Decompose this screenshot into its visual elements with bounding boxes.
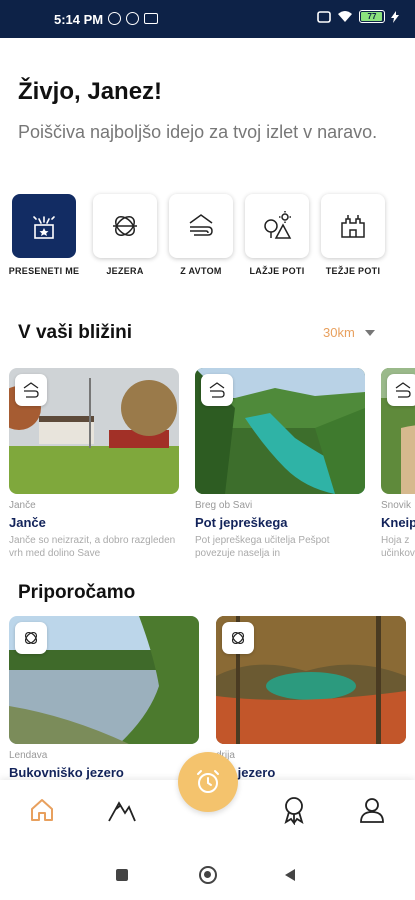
card-location: Janče	[9, 500, 36, 511]
card-category-badge	[15, 374, 47, 406]
notification-icon	[108, 12, 121, 25]
card-photo	[195, 368, 365, 494]
nav-profile[interactable]	[356, 794, 388, 826]
charging-icon	[391, 10, 399, 23]
recommended-card[interactable]: drija vje jezero	[216, 616, 406, 780]
category-surprise-me[interactable]: PRESENETI ME	[9, 194, 79, 276]
card-category-badge	[387, 374, 415, 406]
category-label: LAŽJE POTI	[249, 266, 305, 276]
status-bar: 5:14 PM 77	[0, 0, 415, 38]
back-button[interactable]	[285, 869, 295, 881]
mail-icon	[144, 13, 158, 24]
status-right: 77	[317, 10, 399, 23]
card-name: vje jezero	[216, 765, 276, 780]
card-category-badge	[201, 374, 233, 406]
category-row: PRESENETI ME JEZERA Z AVTOM LAŽJE POTI T…	[0, 194, 415, 284]
card-description: Hoja z učinkov	[381, 535, 415, 559]
range-value: 30km	[323, 325, 355, 340]
badge-icon	[284, 797, 304, 825]
category-tile[interactable]	[245, 194, 309, 258]
range-dropdown[interactable]: 30km	[323, 325, 375, 340]
card-photo	[381, 368, 415, 494]
nav-home[interactable]	[26, 794, 58, 826]
card-location: drija	[216, 750, 235, 761]
card-name: Bukovniško jezero	[9, 765, 124, 780]
recent-apps-button[interactable]	[116, 869, 128, 881]
category-harder-trails[interactable]: TEŽJE POTI	[321, 194, 385, 276]
hill-icon	[23, 382, 39, 398]
card-category-badge	[15, 622, 47, 654]
category-label: PRESENETI ME	[8, 266, 80, 276]
notification-icon	[126, 12, 139, 25]
category-tile[interactable]	[12, 194, 76, 258]
road-icon	[189, 214, 213, 236]
lake-icon	[113, 216, 137, 236]
notification-icons	[108, 12, 158, 25]
card-photo	[216, 616, 406, 744]
lake-icon	[231, 631, 245, 645]
home-button[interactable]	[199, 866, 217, 884]
card-location: Breg ob Savi	[195, 500, 253, 511]
category-tile[interactable]	[93, 194, 157, 258]
home-icon	[31, 799, 53, 821]
battery-icon: 77	[359, 10, 385, 23]
nav-trails[interactable]	[106, 794, 138, 826]
screen-icon	[317, 10, 331, 23]
card-photo	[9, 616, 199, 744]
chevron-down-icon	[364, 329, 375, 336]
card-name: Janče	[9, 515, 46, 530]
hill-icon	[209, 382, 225, 398]
system-navigation-bar	[0, 842, 415, 900]
card-category-badge	[222, 622, 254, 654]
profile-icon	[360, 798, 384, 823]
card-name: Pot jepreškega	[195, 515, 288, 530]
recommended-card[interactable]: Lendava Bukovniško jezero	[9, 616, 199, 780]
category-label: TEŽJE POTI	[325, 266, 381, 276]
category-label: JEZERA	[106, 266, 144, 276]
card-location: Lendava	[9, 750, 48, 761]
recommended-section-title: Priporočamo	[18, 582, 136, 603]
nearby-card[interactable]: Breg ob Savi Pot jepreškega Pot jepreške…	[195, 368, 365, 560]
greeting-title: Živjo, Janez!	[18, 78, 163, 105]
nearby-section-title: V vaši bližini	[18, 322, 133, 343]
category-lakes[interactable]: JEZERA	[93, 194, 157, 276]
wifi-icon	[338, 11, 352, 22]
hiking-icon	[108, 801, 136, 822]
nav-achievements[interactable]	[278, 794, 310, 826]
battery-level: 77	[367, 12, 377, 21]
card-description: Janče so neizrazit, a dobro razgleden vr…	[9, 535, 176, 559]
nearby-card[interactable]: Janče Janče Janče so neizrazit, a dobro …	[9, 368, 179, 560]
category-by-car[interactable]: Z AVTOM	[169, 194, 233, 276]
card-photo	[9, 368, 179, 494]
category-label: Z AVTOM	[180, 266, 222, 276]
nearby-card[interactable]: Snovik Kneip Hoja z učinkov	[381, 368, 415, 560]
castle-icon	[341, 215, 365, 238]
category-easier-trails[interactable]: LAŽJE POTI	[245, 194, 309, 276]
card-location: Snovik	[381, 500, 412, 511]
category-tile[interactable]	[169, 194, 233, 258]
greeting-subtitle: Poiščiva najboljšo idejo za tvoj izlet v…	[18, 122, 378, 142]
card-description: Pot jepreškega učitelja Pešpot povezuje …	[195, 535, 330, 559]
alarm-fab-button[interactable]	[178, 752, 238, 812]
gift-icon	[33, 216, 55, 239]
tree-icon	[264, 211, 292, 239]
lake-icon	[24, 631, 38, 645]
hill-icon	[395, 382, 411, 398]
alarm-clock-icon	[197, 770, 219, 793]
status-time: 5:14 PM	[54, 12, 104, 27]
card-name: Kneip	[381, 515, 415, 530]
category-tile[interactable]	[321, 194, 385, 258]
